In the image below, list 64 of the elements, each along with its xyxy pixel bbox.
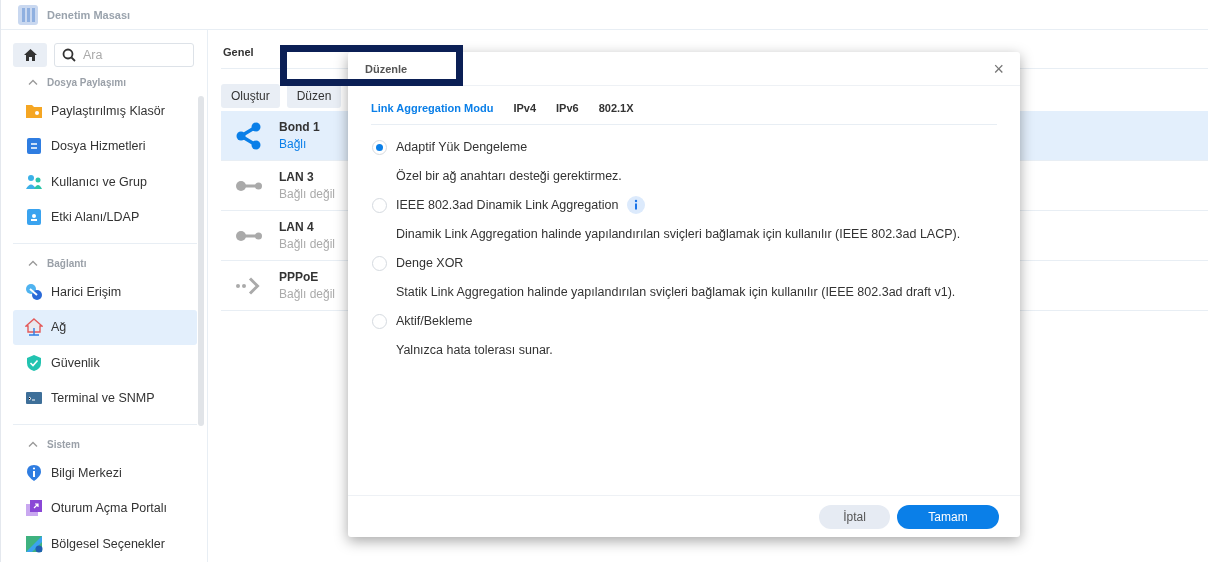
sidebar-item[interactable]: Bölgesel Seçenekler	[13, 526, 197, 562]
toolbar-button[interactable]: Düzen	[286, 84, 342, 108]
radio-button[interactable]	[372, 313, 387, 329]
dialog-title: Düzenle	[365, 62, 408, 75]
close-button[interactable]: ×	[993, 59, 1004, 78]
item-icon	[25, 353, 43, 372]
option-description: Dinamik Link Aggregation halinde yapılandırılan sviçleri bağlamak için kullanılır (IEEE 802.3ad LACP).	[395, 226, 962, 243]
sidebar-item[interactable]: Paylaştırılmış Klasör	[13, 93, 197, 129]
connector-icon	[236, 180, 262, 191]
scrollbar[interactable]	[198, 96, 204, 426]
sidebar-item[interactable]: Terminal ve SNMP	[13, 380, 197, 416]
interface-name: PPPoE	[279, 270, 320, 284]
ok-button[interactable]: Tamam	[897, 504, 999, 529]
item-icon	[25, 318, 43, 337]
sidebar-item[interactable]: Dosya Hizmetleri	[13, 128, 197, 164]
sidebar-item[interactable]: Bilgi Merkezi	[13, 455, 197, 491]
dotted-arrow-icon	[236, 276, 262, 295]
option-description: Özel bir ağ anahtarı desteği gerektirmez.	[395, 168, 623, 185]
radio-button[interactable]	[372, 139, 387, 155]
sidebar-item[interactable]: Ağ	[13, 309, 197, 345]
item-icon	[25, 282, 43, 301]
item-icon	[25, 137, 43, 156]
option-description: Statik Link Aggregation halinde yapılandırılan sviçleri bağlamak için kullanılır (IEEE 802.3ad draft v1).	[395, 284, 957, 301]
tab[interactable]: Link Aggregation Modu	[371, 100, 494, 124]
item-icon	[25, 499, 43, 518]
item-icon	[25, 208, 43, 227]
chevron-up-icon	[28, 79, 38, 85]
interface-name: LAN 4	[279, 220, 315, 234]
window-title: Denetim Masası	[47, 8, 131, 21]
interface-name: LAN 3	[279, 170, 315, 184]
toolbar-button[interactable]: Oluştur	[221, 84, 280, 108]
sidebar-item[interactable]: Kullanıcı ve Grup	[13, 164, 197, 200]
sidebar-item[interactable]: Güvenlik	[13, 345, 197, 381]
tab[interactable]: IPv6	[556, 100, 579, 124]
app-icon	[17, 3, 39, 26]
item-icon	[25, 534, 43, 553]
item-icon	[25, 172, 43, 191]
option-label: Denge XOR	[396, 256, 464, 270]
radio-button[interactable]	[372, 197, 387, 213]
item-icon	[25, 463, 43, 482]
chevron-up-icon	[28, 260, 38, 266]
interface-status: Bağlı değil	[279, 287, 336, 301]
option-label: Adaptif Yük Dengeleme	[396, 140, 528, 154]
search-icon	[62, 48, 76, 62]
interface-status: Bağlı	[279, 137, 308, 151]
cancel-button[interactable]: İptal	[819, 504, 890, 529]
sidebar-item[interactable]: Oturum Açma Portalı	[13, 490, 197, 526]
home-button[interactable]	[13, 43, 47, 67]
interface-status: Bağlı değil	[279, 237, 336, 251]
radio-button[interactable]	[372, 255, 387, 271]
sidebar-item[interactable]: Etki Alanı/LDAP	[13, 199, 197, 235]
sidebar-item[interactable]: Harici Erişim	[13, 274, 197, 310]
option-label: Aktif/Bekleme	[396, 314, 473, 328]
connector-icon	[236, 230, 262, 241]
tab[interactable]: 802.1X	[598, 100, 634, 124]
option-label: IEEE 802.3ad Dinamik Link Aggregation	[396, 198, 619, 212]
chevron-up-icon	[28, 441, 38, 447]
home-icon	[23, 49, 37, 61]
search-field[interactable]: Ara	[54, 43, 194, 67]
interface-name: Bond 1	[279, 120, 320, 134]
tab[interactable]: IPv4	[513, 100, 537, 124]
tab[interactable]: Genel	[223, 42, 254, 68]
interface-status: Bağlı değil	[279, 187, 336, 201]
option-description: Yalnızca hata tolerası sunar.	[395, 342, 554, 359]
